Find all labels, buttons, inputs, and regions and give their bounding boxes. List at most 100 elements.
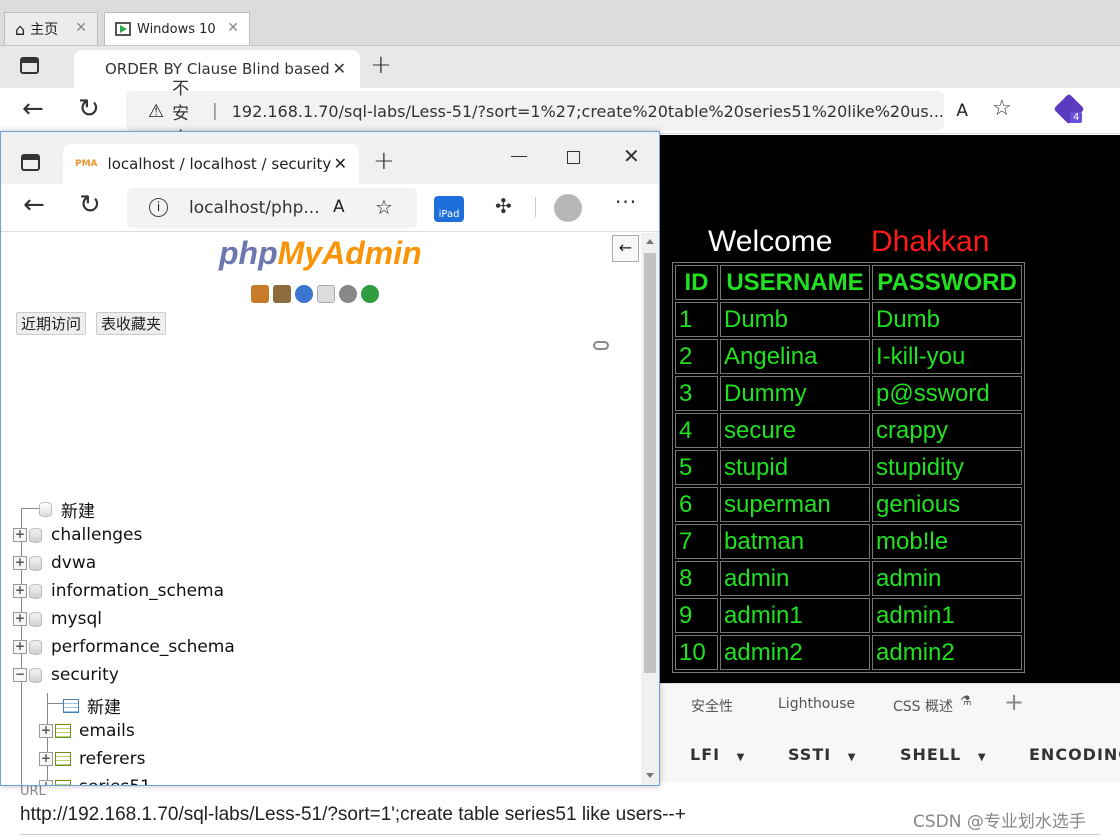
devtools-tab-security[interactable]: 安全性 xyxy=(691,696,733,716)
menu-encoding[interactable]: ENCODING xyxy=(1029,745,1120,764)
vm-tab-windows10[interactable]: Windows 10 ✕ xyxy=(104,12,250,45)
refresh-icon[interactable]: ↻ xyxy=(78,94,100,124)
back-icon[interactable]: ← xyxy=(22,94,44,124)
table-cell: 10 xyxy=(675,635,718,670)
link-icon[interactable] xyxy=(593,341,609,350)
url-input[interactable]: http://192.168.1.70/sql-labs/Less-51/?so… xyxy=(20,804,686,826)
new-table-icon xyxy=(63,698,79,713)
home-icon[interactable] xyxy=(251,285,269,303)
help-icon[interactable] xyxy=(295,285,313,303)
more-menu-icon[interactable]: ··· xyxy=(615,190,637,214)
table-cell: Dumb xyxy=(872,302,1022,337)
tree-db-mysql[interactable]: + mysql xyxy=(13,609,102,629)
expand-icon[interactable]: + xyxy=(39,752,53,766)
scroll-up-icon[interactable] xyxy=(646,239,654,244)
tree-db-performance-schema[interactable]: + performance_schema xyxy=(13,637,235,657)
close-icon[interactable]: ✕ xyxy=(75,20,87,36)
tree-db-information-schema[interactable]: + information_schema xyxy=(13,581,224,601)
read-aloud-icon[interactable]: A xyxy=(956,101,968,121)
caret-down-icon: ▼ xyxy=(736,752,746,763)
close-icon[interactable]: ✕ xyxy=(333,59,346,78)
table-cell: 6 xyxy=(675,487,718,522)
expand-icon[interactable]: + xyxy=(39,724,53,738)
favorite-star-icon[interactable]: ☆ xyxy=(992,96,1012,121)
close-window-icon[interactable]: ✕ xyxy=(623,144,640,168)
phpmyadmin-logo[interactable]: phpMyAdmin xyxy=(219,235,422,272)
tree-table-referers[interactable]: + referers xyxy=(39,749,145,769)
vertical-scrollbar[interactable] xyxy=(641,233,659,785)
profile-avatar[interactable] xyxy=(554,194,582,222)
table-row: 2 Angelina I-kill-you xyxy=(675,339,1022,374)
new-database-icon xyxy=(39,502,52,517)
collapse-sidebar-button[interactable]: ← xyxy=(612,235,639,262)
scroll-down-icon[interactable] xyxy=(646,773,654,778)
ipad-icon[interactable]: iPad xyxy=(434,196,464,222)
reload-icon[interactable] xyxy=(361,285,379,303)
dhakkan-text: Dhakkan xyxy=(871,225,990,258)
menu-shell[interactable]: SHELL ▼ xyxy=(900,745,987,764)
tab-phpmyadmin[interactable]: PMA localhost / localhost / security / s… xyxy=(63,144,359,184)
back-icon[interactable]: ← xyxy=(23,190,45,220)
tree-table-series51[interactable]: +series51 xyxy=(39,777,151,785)
read-aloud-icon[interactable]: A xyxy=(333,197,345,217)
tree-db-dvwa[interactable]: + dvwa xyxy=(13,553,96,573)
tree-db-security[interactable]: − security xyxy=(13,665,119,685)
logout-icon[interactable] xyxy=(273,285,291,303)
new-tab-icon[interactable]: + xyxy=(373,146,395,176)
address-bar[interactable]: i localhost/php... A ☆ xyxy=(127,188,417,228)
table-row: 6 superman genious xyxy=(675,487,1022,522)
table-header-row: ID USERNAME PASSWORD xyxy=(675,265,1022,300)
settings-gear-icon[interactable] xyxy=(339,285,357,303)
expand-icon[interactable]: + xyxy=(13,612,27,626)
tree-table-emails[interactable]: + emails xyxy=(39,721,135,741)
close-icon[interactable]: ✕ xyxy=(334,154,347,173)
table-cell: I-kill-you xyxy=(872,339,1022,374)
table-cell: admin2 xyxy=(720,635,870,670)
maximize-icon[interactable] xyxy=(567,151,580,164)
table-cell: batman xyxy=(720,524,870,559)
tab-actions-icon[interactable] xyxy=(20,57,39,74)
pma-navigation: phpMyAdmin ← 近期访问 表收藏夹 新建 + challenges + dvw… xyxy=(1,233,641,785)
close-icon[interactable]: ✕ xyxy=(227,20,239,36)
new-tab-icon[interactable]: + xyxy=(370,50,392,80)
table-cell: 1 xyxy=(675,302,718,337)
expand-icon[interactable]: + xyxy=(13,640,27,654)
refresh-icon[interactable]: ↻ xyxy=(79,190,101,220)
welcome-text: Welcome xyxy=(708,225,833,258)
puzzle-extensions-icon[interactable]: ✣ xyxy=(495,194,512,218)
expand-icon[interactable]: + xyxy=(13,584,27,598)
extension-badge: 4 xyxy=(1070,112,1083,123)
expand-icon[interactable]: + xyxy=(13,528,27,542)
pma-icon-row xyxy=(251,285,383,303)
tree-db-challenges[interactable]: + challenges xyxy=(13,525,142,545)
scrollbar-thumb[interactable] xyxy=(644,253,656,673)
phpmyadmin-window: PMA localhost / localhost / security / s… xyxy=(0,131,660,786)
devtools-tab-css-overview[interactable]: CSS 概述 xyxy=(893,696,953,716)
favorite-star-icon[interactable]: ☆ xyxy=(375,195,393,219)
expand-icon[interactable]: + xyxy=(39,780,53,785)
table-row: 1 Dumb Dumb xyxy=(675,302,1022,337)
menu-lfi[interactable]: LFI ▼ xyxy=(690,745,745,764)
vm-tab-home[interactable]: ⌂ 主页 ✕ xyxy=(4,12,98,45)
tab-order-by-clause[interactable]: ORDER BY Clause Blind based ✕ xyxy=(74,50,360,88)
recent-button[interactable]: 近期访问 xyxy=(16,312,87,335)
expand-icon[interactable]: + xyxy=(13,556,27,570)
table-cell: admin1 xyxy=(720,598,870,633)
devtools-tab-lighthouse[interactable]: Lighthouse xyxy=(778,696,855,712)
sqli-labs-page: Welcome Dhakkan ID USERNAME PASSWORD 1 Du… xyxy=(660,135,1120,683)
database-icon xyxy=(29,639,42,655)
pma-favicon: PMA xyxy=(75,159,98,169)
collapse-icon[interactable]: − xyxy=(13,668,27,682)
tab-actions-icon[interactable] xyxy=(21,154,40,171)
menu-ssti[interactable]: SSTI ▼ xyxy=(788,745,856,764)
tree-new-table[interactable]: 新建 xyxy=(47,693,121,718)
favorites-button[interactable]: 表收藏夹 xyxy=(96,312,167,335)
table-cell: crappy xyxy=(872,413,1022,448)
minimize-icon[interactable] xyxy=(511,156,527,157)
docs-icon[interactable] xyxy=(317,285,335,303)
address-bar[interactable]: ⚠ 不安全 | 192.168.1.70/sql-labs/Less-51/?s… xyxy=(126,79,968,149)
tree-new-database[interactable]: 新建 xyxy=(23,497,95,522)
add-tab-icon[interactable]: + xyxy=(1004,688,1024,716)
database-icon xyxy=(29,611,42,627)
column-header: ID xyxy=(675,265,718,300)
